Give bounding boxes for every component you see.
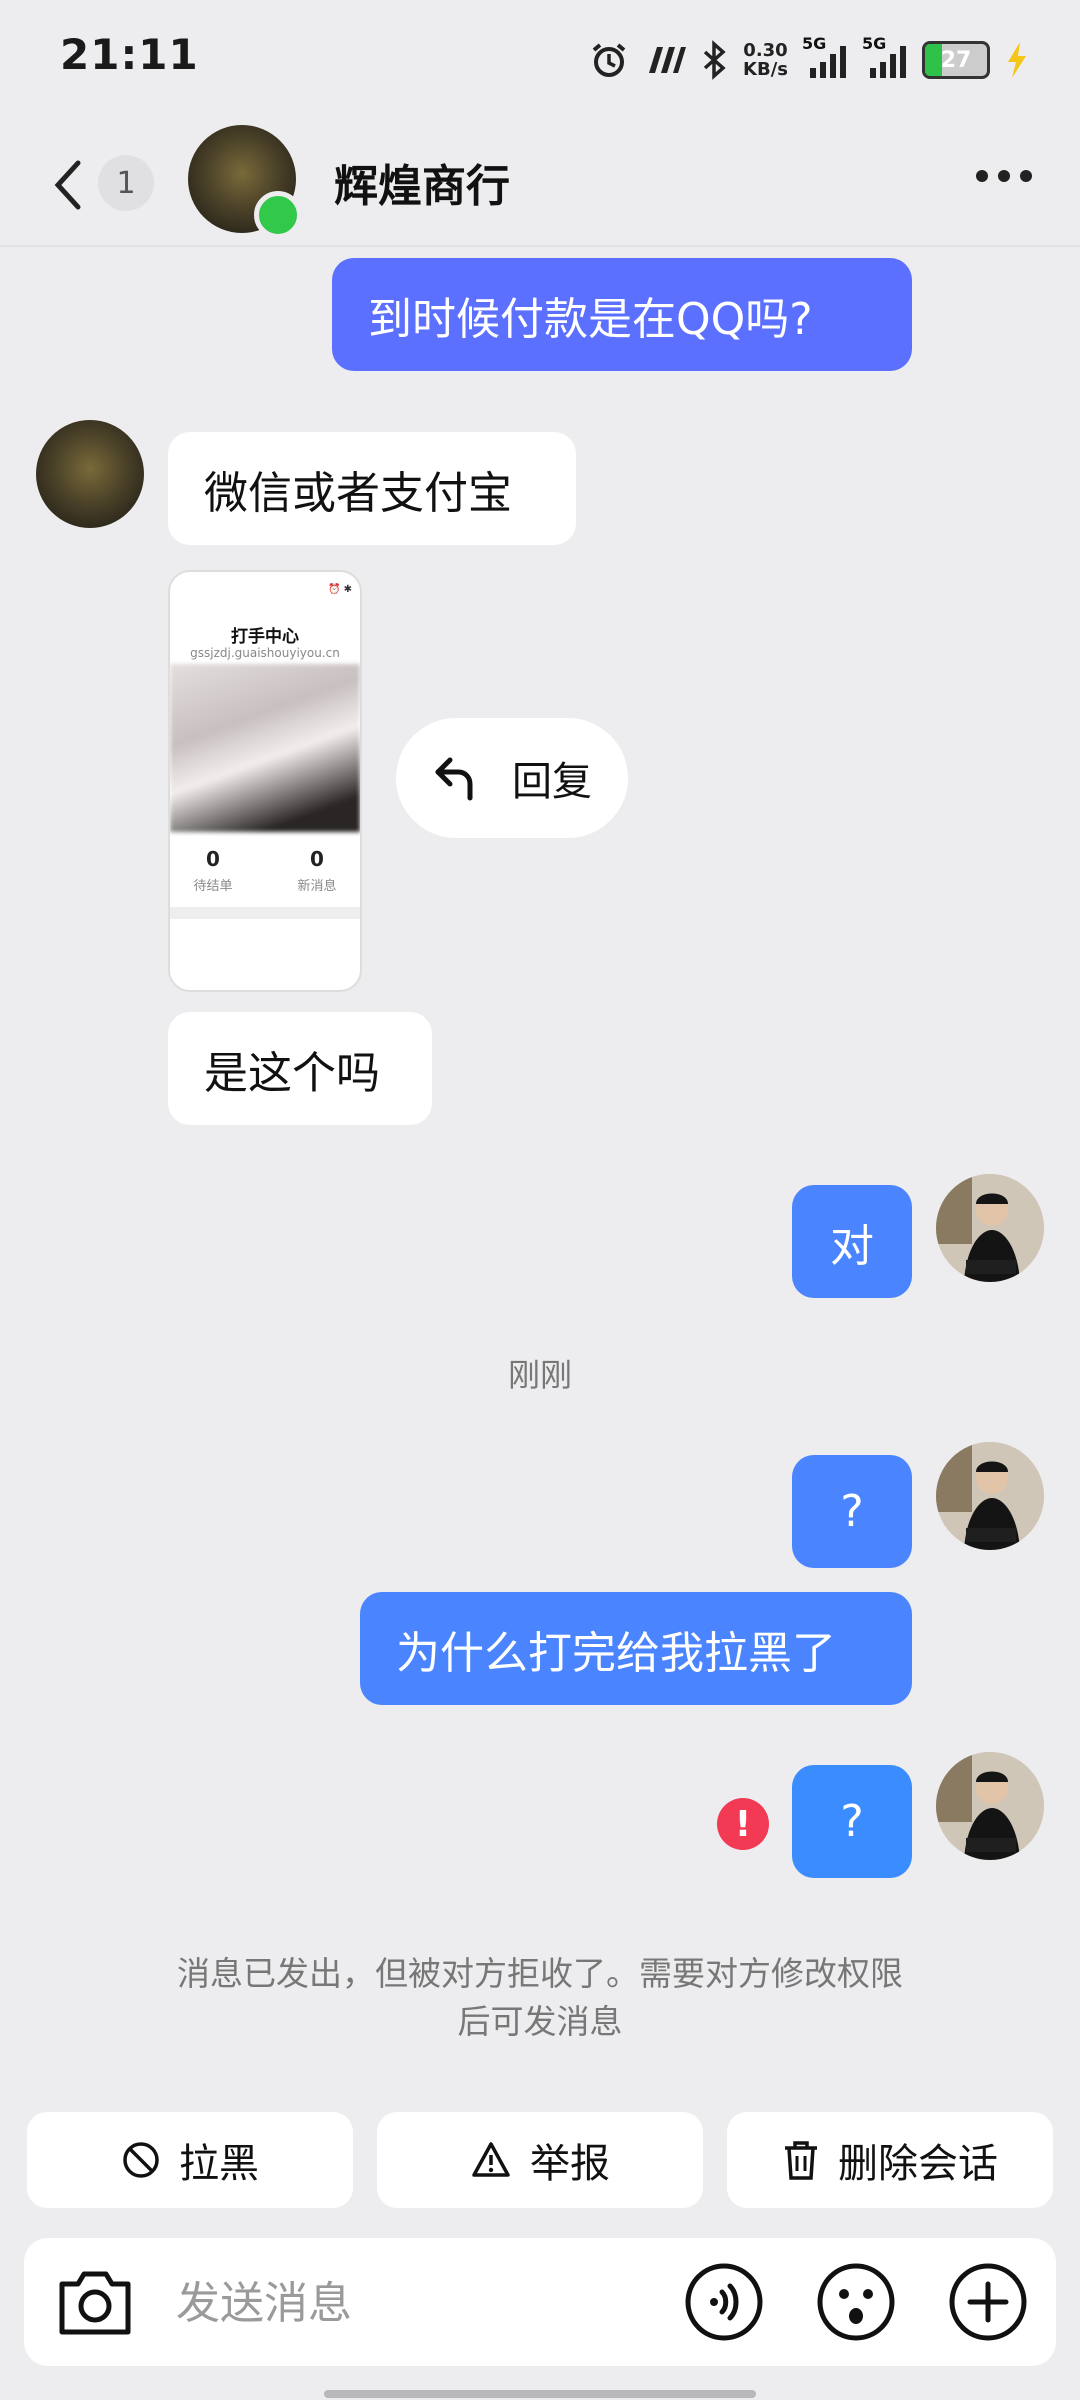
net-speed-unit: KB/s: [743, 59, 788, 80]
chat-header: 1 辉煌商行: [0, 125, 1080, 247]
message-bubble-outgoing[interactable]: 为什么打完给我拉黑了: [360, 1592, 912, 1705]
message-bubble-incoming[interactable]: 是这个吗: [168, 1012, 432, 1125]
message-bubble-incoming[interactable]: 微信或者支付宝: [168, 432, 576, 545]
delete-label: 删除会话: [838, 2141, 998, 2187]
send-failed-icon[interactable]: !: [717, 1798, 769, 1850]
more-dot: [976, 170, 988, 182]
net-speed: 0.30 KB/s: [743, 41, 788, 79]
sim2-label: 5G: [862, 34, 887, 53]
block-label: 拉黑: [179, 2141, 259, 2187]
message-bubble-outgoing[interactable]: 到时候付款是在QQ吗?: [332, 258, 912, 371]
alarm-icon: [589, 40, 629, 80]
status-icons: 0.30 KB/s 5G 5G 27: [589, 30, 1030, 90]
message-bubble-outgoing[interactable]: ?: [792, 1455, 912, 1568]
blurred-photo: [170, 664, 360, 832]
home-indicator[interactable]: [324, 2390, 756, 2398]
more-button[interactable]: [948, 2262, 1028, 2342]
image-divider: [170, 907, 360, 919]
message-input-bar: [24, 2238, 1056, 2366]
block-button[interactable]: 拉黑: [27, 2112, 353, 2208]
online-status-dot: [254, 191, 302, 239]
reply-arrow-icon: [435, 757, 473, 801]
block-icon: [123, 2142, 159, 2178]
report-button[interactable]: 举报: [377, 2112, 703, 2208]
stat-number: 0: [206, 847, 220, 871]
my-avatar[interactable]: [936, 1174, 1044, 1282]
emoji-icon: [817, 2263, 895, 2341]
warning-icon: [472, 2142, 510, 2177]
nfc-icon: [643, 45, 687, 75]
sim1-label: 5G: [802, 34, 827, 53]
message-bubble-outgoing-failed[interactable]: ?: [792, 1765, 912, 1878]
battery-level: 27: [940, 47, 972, 73]
reply-label: 回复: [512, 759, 592, 805]
camera-button[interactable]: [50, 2258, 140, 2346]
net-speed-value: 0.30: [743, 40, 788, 61]
emoji-button[interactable]: [816, 2262, 896, 2342]
plus-icon: [949, 2263, 1027, 2341]
thumb-status-icons: ⏰ ✱: [327, 584, 352, 595]
unread-badge[interactable]: 1: [98, 155, 154, 211]
message-input[interactable]: [174, 2266, 678, 2340]
contact-name[interactable]: 辉煌商行: [334, 150, 510, 214]
signal-sim2-icon: 5G: [862, 34, 908, 80]
stat-label: 待结单: [193, 879, 233, 894]
reply-button[interactable]: 回复: [396, 718, 628, 838]
trash-icon: [785, 2141, 817, 2180]
voice-icon: [685, 2263, 763, 2341]
more-options-button[interactable]: [976, 170, 1032, 182]
message-bubble-outgoing[interactable]: 对: [792, 1185, 912, 1298]
conversation-actions: 拉黑 举报 删除会话: [27, 2112, 1053, 2208]
my-avatar[interactable]: [936, 1442, 1044, 1550]
bluetooth-icon: [701, 40, 729, 80]
image-message[interactable]: ⏰ ✱ 打手中心 gssjzdj.guaishouyiyou.cn 0 待结单 …: [168, 570, 362, 992]
contact-avatar-small[interactable]: [36, 420, 144, 528]
image-stat-2: 0 新消息: [282, 847, 352, 894]
image-url: gssjzdj.guaishouyiyou.cn: [190, 646, 340, 660]
back-button[interactable]: [48, 155, 88, 215]
voice-button[interactable]: [684, 2262, 764, 2342]
my-avatar[interactable]: [936, 1752, 1044, 1860]
charging-icon: [1004, 40, 1030, 80]
report-label: 举报: [530, 2141, 610, 2187]
status-time: 21:11: [60, 30, 199, 79]
time-separator: 刚刚: [507, 1356, 572, 1394]
more-dot: [998, 170, 1010, 182]
blocked-notice: 消息已发出，但被对方拒收了。需要对方修改权限后可发消息: [177, 1954, 903, 2041]
image-title: 打手中心: [231, 627, 299, 647]
image-stat-1: 0 待结单: [178, 847, 248, 894]
stat-number: 0: [310, 847, 324, 871]
stat-label: 新消息: [297, 879, 337, 894]
camera-icon: [59, 2271, 131, 2335]
signal-sim1-icon: 5G: [802, 34, 848, 80]
delete-conversation-button[interactable]: 删除会话: [727, 2112, 1053, 2208]
more-dot: [1020, 170, 1032, 182]
chevron-left-icon: [54, 160, 81, 210]
battery-icon: 27: [922, 41, 990, 79]
